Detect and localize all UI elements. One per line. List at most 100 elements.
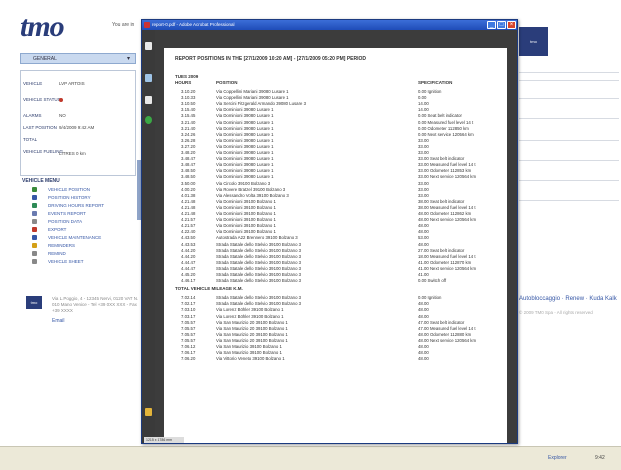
row-specification: 33.00	[418, 150, 429, 155]
row-specification: 33.00 Odometer 112853 km	[418, 168, 472, 174]
pages-icon[interactable]	[145, 42, 152, 50]
footer-email-link[interactable]: Email	[52, 318, 65, 324]
row-position: Via Coppellini Mariani 39080 Lusare 1	[216, 95, 289, 101]
menu-item-label: DRIVING HOURS REPORT	[48, 203, 105, 208]
info-label-status: VEHICLE STATUS	[23, 97, 61, 102]
window-titlebar[interactable]: report-0.pdf - Adobe Acrobat Professiona…	[142, 20, 517, 30]
report-row: 3.48.50 Via Dominioni 39080 Lusare 1 33.00…	[175, 174, 495, 180]
row-time: 3.21.40	[181, 125, 196, 131]
report-row: 4.21.57 Via Dominioni 39100 Bolzano 1 48.0…	[175, 223, 495, 229]
row-specification: 41.00 Odometer 112870 km	[418, 259, 472, 265]
maximize-button[interactable]: □	[497, 21, 506, 29]
signatures-icon[interactable]	[145, 116, 152, 124]
footer-nav-links[interactable]: Autobloccaggio · Renew · Kuda Kalk	[519, 296, 617, 302]
row-time: 3.26.28	[181, 137, 196, 143]
pdf-page: REPORT POSITIONS IN THE [27/1/2009 10:20…	[164, 48, 507, 443]
row-specification: 0.00 Ignition	[418, 295, 442, 301]
row-time: 4.43.53	[181, 241, 196, 247]
comments-icon[interactable]	[145, 408, 152, 416]
row-time: 7.05.57	[181, 331, 196, 337]
menu-item[interactable]: POSITION HISTORY	[20, 194, 136, 201]
sheet-icon	[32, 259, 37, 264]
row-specification: 38.00 Seat belt indicator	[418, 198, 465, 204]
report-row: 3.10.33 Via Coppellini Mariani 39080 Lusa…	[175, 95, 495, 101]
report-row: 7.05.57 Via San Maurizio 20 39100 Bolzano…	[175, 332, 495, 338]
row-position: Via Dominioni 39080 Lusare 1	[216, 174, 274, 180]
row-time: 7.05.57	[181, 337, 196, 343]
menu-item-label: POSITION HISTORY	[48, 195, 91, 200]
row-specification: 33.00	[418, 192, 429, 198]
menu-item[interactable]: EVENTS REPORT	[20, 210, 136, 217]
menu-item-label: POSITION DATA	[48, 219, 83, 224]
row-time: 3.15.45	[181, 113, 196, 119]
row-specification: 33.00	[418, 137, 429, 143]
info-value-fueling: LITRES 0 km	[59, 151, 86, 156]
row-specification: 27.00 Seat belt indicator	[418, 247, 465, 253]
row-time: 3.15.40	[181, 107, 196, 113]
row-position: Via San Maurizio 39100 Bolzano 1	[216, 350, 282, 356]
report-row: 7.02.14 Strada Statale dello Stelvio 3910…	[175, 295, 495, 301]
report-row: 3.48.47 Via Dominioni 39080 Lusare 1 33.00…	[175, 162, 495, 168]
report-row: 4.44.20 Strada Statale dello Stelvio 3910…	[175, 254, 495, 260]
row-time: 4.44.47	[181, 259, 196, 265]
report-row: 4.45.20 Strada Statale dello Stelvio 3910…	[175, 272, 495, 278]
report-row: 3.50.00 Via Circolo 39100 Bolzano 3 33.00	[175, 181, 495, 187]
report-row: 4.44.20 Strada Statale dello Stelvio 3910…	[175, 248, 495, 254]
menu-item[interactable]: VEHICLE POSITION	[20, 186, 136, 193]
row-position: Via Dominioni 39100 Bolzano 1	[216, 217, 276, 223]
menu-item[interactable]: VEHICLE SHEET	[20, 258, 136, 265]
divider	[519, 98, 619, 99]
info-label-total: TOTAL	[23, 137, 38, 142]
row-position: Via Dominioni 39080 Lusare 1	[216, 137, 274, 143]
footer-address: Via L.Poggio, 4 - 12345 Nervi, 0120 VAT …	[52, 296, 139, 313]
menu-item[interactable]: VEHICLE MAINTENANCE	[20, 234, 136, 241]
report-title: REPORT POSITIONS IN THE [27/1/2009 10:20…	[175, 56, 366, 62]
row-time: 4.00.20	[181, 186, 196, 192]
report-row: 3.24.26 Via Dominioni 39080 Lusare 1 0.00 …	[175, 132, 495, 138]
app-logo[interactable]: tmo	[20, 12, 65, 42]
row-specification: 0.00 Ignition	[418, 89, 442, 94]
row-time: 4.46.17	[181, 278, 196, 284]
minimize-button[interactable]: _	[487, 21, 496, 29]
menu-item[interactable]: REMIND	[20, 250, 136, 257]
row-specification: 33.00 Measured fuel level 14 t	[418, 162, 476, 168]
menu-item[interactable]: REMINDERS	[20, 242, 136, 249]
row-position: Via Sercini Fitzgerald Armando 39080 Lus…	[216, 101, 306, 107]
row-specification: 48.00	[418, 350, 429, 356]
row-specification: 47.00 Seat belt indicator	[418, 319, 465, 325]
row-specification: 33.00 Next service 120564 km	[418, 174, 477, 180]
row-time: 3.24.26	[181, 131, 196, 137]
row-specification: 48.00	[418, 307, 429, 313]
menu-item[interactable]: EXPORT	[20, 226, 136, 233]
row-specification: 53.00	[418, 235, 429, 241]
report-row: 4.21.48 Via Dominioni 39100 Bolzano 1 48.0…	[175, 211, 495, 217]
row-specification: 33.00	[418, 180, 429, 186]
close-button[interactable]: ×	[507, 21, 516, 29]
general-selector[interactable]: GENERAL ▾	[20, 53, 136, 64]
row-specification: 33.00	[418, 143, 429, 149]
row-specification: 47.00 Measured fuel level 14 t	[418, 325, 476, 331]
attachments-icon[interactable]	[145, 96, 152, 104]
row-position: Via Dominioni 39080 Lusare 1	[216, 168, 274, 174]
row-specification: 48.00	[418, 344, 429, 349]
menu-item[interactable]: DRIVING HOURS REPORT	[20, 202, 136, 209]
row-position: Via Dominioni 39080 Lusare 1	[216, 156, 274, 162]
row-position: Strada Statale dello Stelvio 39100 Bolza…	[216, 272, 302, 277]
pin-icon	[32, 187, 37, 192]
report-row: 3.27.20 Via Dominioni 39080 Lusare 1 33.00	[175, 144, 495, 150]
row-position: Via San Maurizio 39100 Bolzano 1	[216, 344, 282, 349]
row-time: 4.21.57	[181, 223, 196, 229]
row-position: Strada Statale dello Stelvio 39100 Bolza…	[216, 278, 302, 284]
divider	[519, 200, 619, 201]
row-time: 3.10.33	[181, 95, 196, 101]
row-position: Via San Maurizio 20 39100 Bolzano 1	[216, 325, 288, 331]
info-value-last-position: 9/4/2009 9:42 AM	[59, 125, 95, 130]
row-specification: 48.00	[418, 241, 429, 247]
row-time: 3.10.20	[181, 89, 196, 94]
bookmarks-icon[interactable]	[145, 74, 152, 82]
export-icon	[32, 227, 37, 232]
info-label-alarms: ALARMS	[23, 113, 42, 118]
taskbar-app-button[interactable]: Explorer	[548, 455, 567, 461]
menu-item[interactable]: POSITION DATA	[20, 218, 136, 225]
report-row: 4.21.48 Via Dominioni 39100 Bolzano 1 38.0…	[175, 205, 495, 211]
